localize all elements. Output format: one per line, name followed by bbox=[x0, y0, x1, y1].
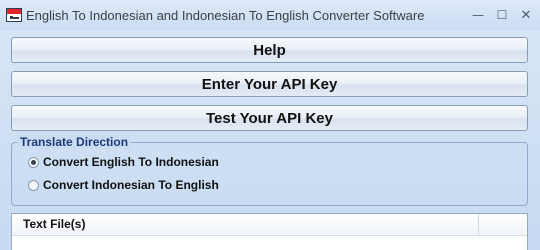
app-window: English To Indonesian and Indonesian To … bbox=[0, 0, 540, 250]
maximize-icon[interactable]: ☐ bbox=[490, 4, 514, 26]
window-title: English To Indonesian and Indonesian To … bbox=[26, 8, 425, 23]
radio-button[interactable] bbox=[28, 179, 39, 191]
radio-english-to-indonesian[interactable]: Convert English To Indonesian bbox=[28, 155, 219, 169]
title-bar[interactable]: English To Indonesian and Indonesian To … bbox=[0, 0, 540, 30]
list-header: Text File(s) bbox=[12, 214, 527, 236]
column-header-blank[interactable] bbox=[479, 214, 527, 235]
help-button[interactable]: Help bbox=[11, 37, 528, 63]
flag-line bbox=[13, 17, 19, 19]
radio-label-english-to-indonesian: Convert English To Indonesian bbox=[43, 155, 219, 169]
radio-dot bbox=[31, 159, 36, 165]
radio-label-indonesian-to-english: Convert Indonesian To English bbox=[43, 178, 219, 192]
enter-api-key-button[interactable]: Enter Your API Key bbox=[11, 71, 528, 97]
text-files-list[interactable]: Text File(s) bbox=[11, 213, 528, 250]
translate-direction-label: Translate Direction bbox=[17, 135, 132, 149]
test-api-key-button[interactable]: Test Your API Key bbox=[11, 105, 528, 131]
minimize-icon[interactable]: — bbox=[466, 4, 490, 26]
radio-indonesian-to-english[interactable]: Convert Indonesian To English bbox=[28, 178, 219, 192]
translate-direction-group bbox=[11, 142, 528, 206]
radio-button-selected[interactable] bbox=[28, 156, 39, 168]
close-icon[interactable]: ✕ bbox=[514, 4, 538, 26]
app-icon bbox=[6, 8, 22, 22]
column-header-text-files[interactable]: Text File(s) bbox=[12, 214, 479, 235]
flag-red-stripe bbox=[7, 9, 21, 14]
